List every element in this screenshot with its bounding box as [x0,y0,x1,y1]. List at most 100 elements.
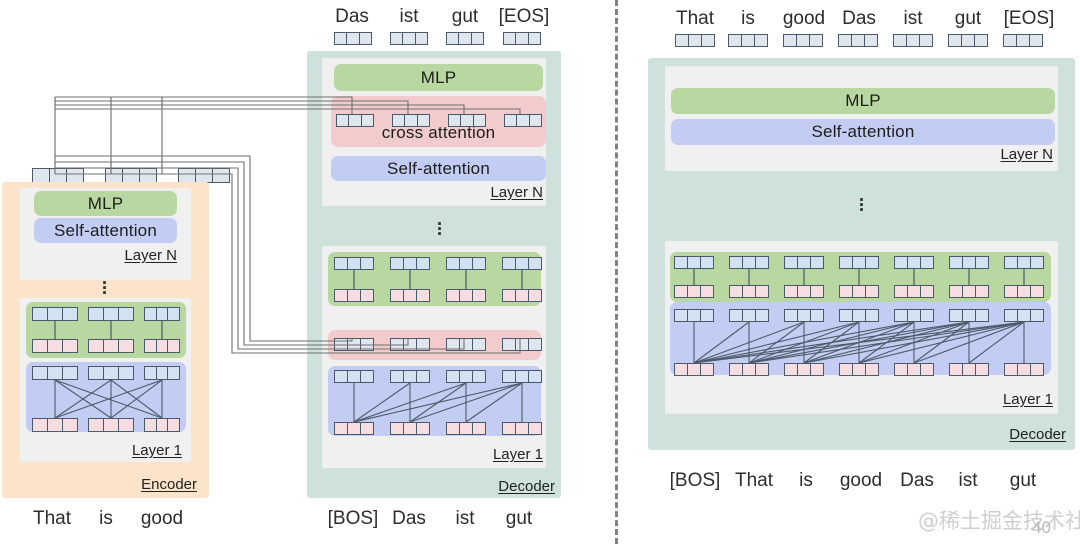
decoder-l1-attn-out-token [502,370,542,383]
rd-layer-n-self-attention-label: Self-attention [811,122,915,141]
encoder-output-token [32,168,84,183]
rd-output-token [838,34,878,47]
decoder-output-word: Das [335,6,369,27]
encoder-l1-attn-in-token [144,418,181,432]
decoder-input-word: gut [505,508,533,529]
page-number: 40 [1032,518,1051,537]
decoder-l1-cross-token [502,338,542,351]
encoder-output-token [178,168,230,183]
rd-input-word: That [734,470,774,491]
encoder-layer-n-self-attention-label: Self-attention [54,220,157,240]
decoder-output-token [390,32,428,45]
encoder-l1-attn-out-token [88,366,134,380]
rd-input-word: ist [958,470,978,491]
rd-layer-n-self-attention: Self-attention [671,119,1055,145]
encoder-l1-mlp-in-token [144,339,181,353]
decoder-ln-cross-token [392,114,430,127]
decoder-l1-mlp-out-token [446,257,486,270]
rd-input-word: gut [1009,470,1037,491]
rd-output-token [893,34,933,47]
encoder-layer-n-mlp-label: MLP [87,193,124,213]
encoder-model-tag: Encoder [141,476,197,493]
decoder-l1-attn-in-token [502,422,542,435]
rd-l1-attn-out-token [784,309,824,322]
rd-l1-mlp-in-token [674,285,714,298]
encoder-layer-n-tag: Layer N [124,247,177,264]
panel-divider [615,0,618,544]
decoder-input-word: ist [455,508,475,529]
rd-output-word: That [675,8,715,29]
rd-l1-mlp-out-token [784,256,824,269]
rd-l1-mlp-in-token [949,285,989,298]
decoder-layer-n-tag: Layer N [490,184,543,201]
decoder-output-word: gut [451,6,479,27]
decoder-l1-attn-out-token [390,370,430,383]
watermark-text: @稀土掘金技术社区 [918,509,1080,533]
decoder-output-token [503,32,541,45]
rd-output-word: is [741,8,755,29]
rd-layer-n-tag: Layer N [1000,146,1053,163]
decoder-l1-mlp-out-token [334,257,374,270]
rd-l1-mlp-in-token [729,285,769,298]
encoder-l1-mlp-out-token [144,307,181,321]
rd-layer-n-mlp-label: MLP [845,91,881,110]
rd-l1-attn-out-token [894,309,934,322]
decoder-l1-cross-token [334,338,374,351]
encoder-l1-mlp-out-token [32,307,78,321]
encoder-output-risers [54,97,163,168]
decoder-output-token [334,32,372,45]
encoder-l1-attn-out-token [144,366,181,380]
encoder-l1-attn-in-token [88,418,134,432]
decoder-l1-mlp-in-token [390,289,430,302]
decoder-l1-mlp-out-token [390,257,430,270]
figure-canvas: MLP Self-attention Layer N · · · Layer 1 E… [0,0,1080,544]
decoder-layer-n-self-attention-label: Self-attention [387,158,490,178]
rd-output-word: Das [842,8,876,29]
rd-l1-mlp-out-token [729,256,769,269]
decoder-l1-mlp-out-token [502,257,542,270]
rd-l1-mlp-in-token [1004,285,1044,298]
decoder-l1-mlp-in-token [446,289,486,302]
encoder-ellipsis: · · · [101,273,109,304]
encoder-layer-n-self-attention: Self-attention [34,218,177,243]
rd-l1-mlp-in-token [839,285,879,298]
decoder-l1-mlp-in-token [502,289,542,302]
rd-output-token [948,34,988,47]
encoder-input-word: good [140,508,184,529]
rd-output-word: ist [903,8,923,29]
encoder-output-token [105,168,157,183]
decoder-l1-attn-in-token [334,422,374,435]
rd-l1-attn-in-token [784,363,824,376]
decoder-layer-n-mlp-label: MLP [420,67,457,87]
decoder-ln-cross-token [336,114,374,127]
rd-l1-attn-out-token [674,309,714,322]
rd-layer-n-mlp: MLP [671,88,1055,114]
rd-output-token [783,34,823,47]
decoder-output-token [446,32,484,45]
rd-l1-mlp-in-token [784,285,824,298]
rd-l1-attn-in-token [1004,363,1044,376]
decoder-l1-attn-out-token [334,370,374,383]
rd-model-tag: Decoder [1009,426,1066,443]
decoder-input-word: Das [392,508,426,529]
decoder-l1-cross-token [446,338,486,351]
decoder-l1-cross-token [390,338,430,351]
decoder-ellipsis: · · · [436,214,444,245]
decoder-ln-cross-token [504,114,542,127]
rd-l1-mlp-out-token [894,256,934,269]
rd-layer-1-tag: Layer 1 [1002,391,1053,408]
encoder-layer-1-tag: Layer 1 [131,442,182,459]
decoder-model-tag: Decoder [498,478,555,495]
encoder-l1-mlp-in-token [88,339,134,353]
decoder-input-word: [BOS] [327,508,379,529]
encoder-layer-n-mlp: MLP [34,191,177,216]
decoder-output-word: ist [399,6,419,27]
rd-output-word: [EOS] [1003,8,1055,29]
decoder-l1-mlp-in-token [334,289,374,302]
rd-output-token [728,34,768,47]
decoder-l1-attn-out-token [446,370,486,383]
rd-output-token [675,34,715,47]
encoder-input-word: That [32,508,72,529]
decoder-l1-attn-in-token [446,422,486,435]
decoder-ln-cross-token [448,114,486,127]
